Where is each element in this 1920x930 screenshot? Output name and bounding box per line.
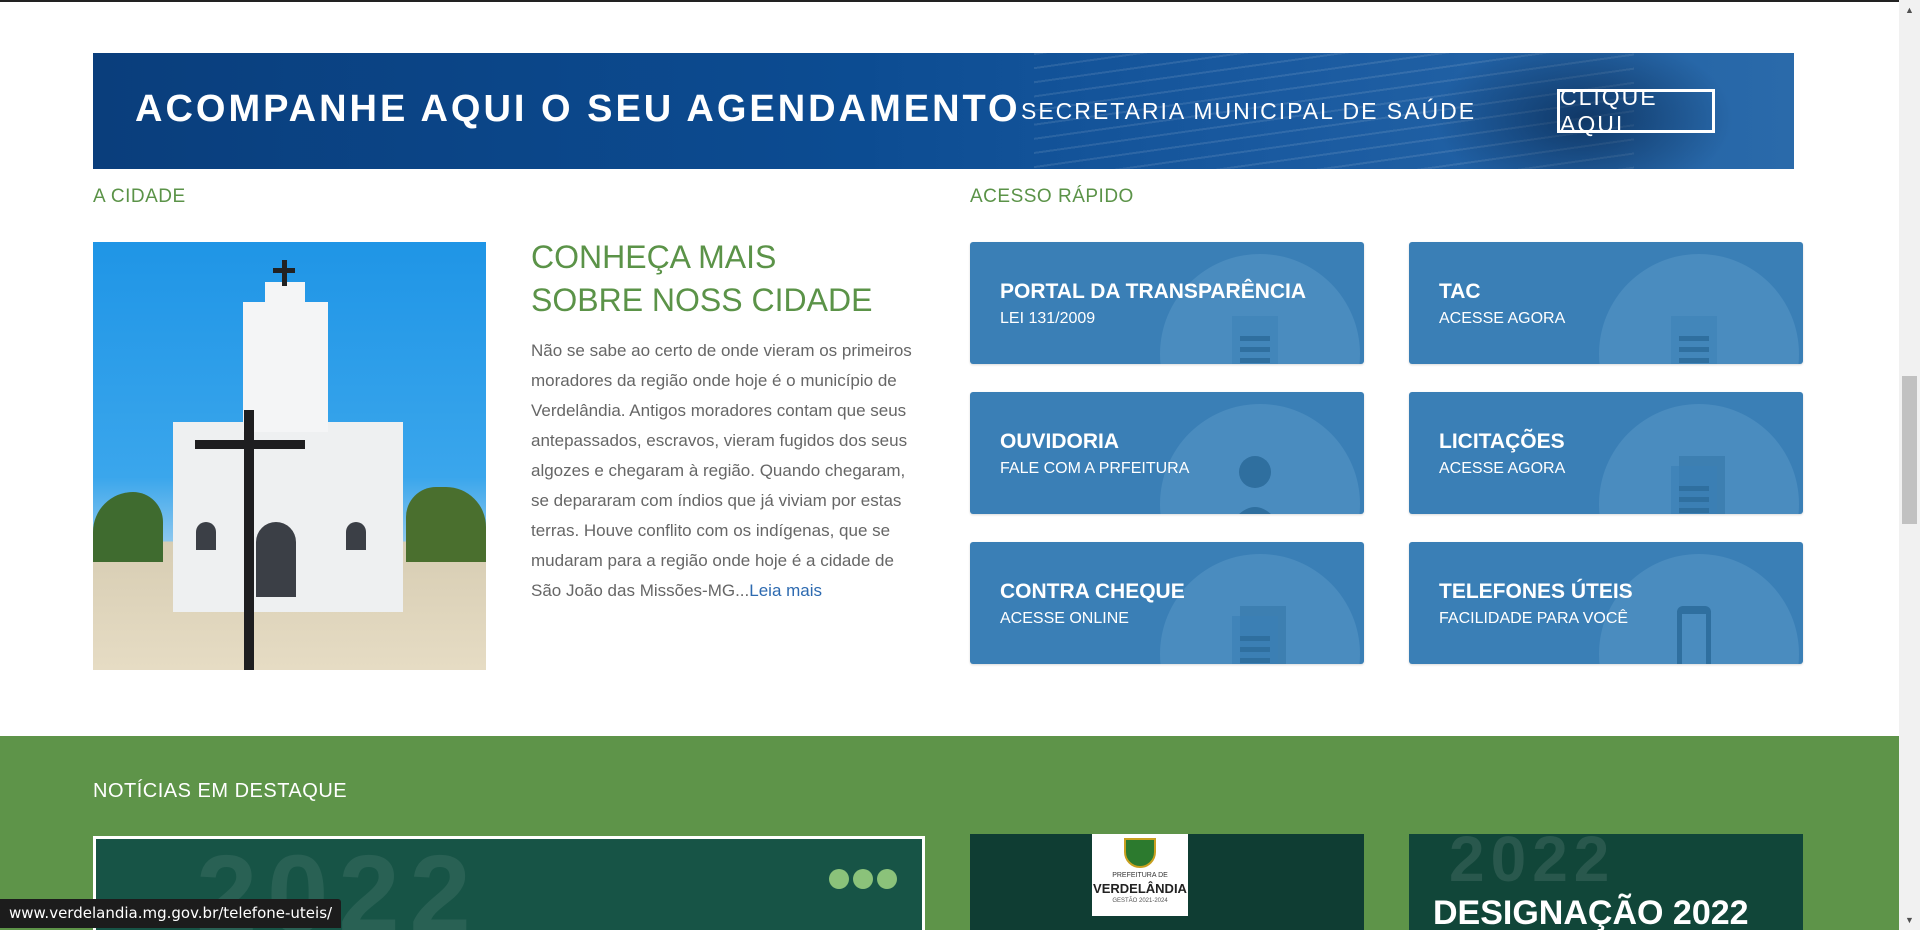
scrollbar-thumb[interactable] (1902, 376, 1917, 524)
logo-name: VERDELÂNDIA (1093, 881, 1187, 896)
phone-icon (1677, 606, 1711, 664)
read-more-link[interactable]: Leia mais (749, 581, 822, 600)
tile-title: TELEFONES ÚTEIS (1439, 580, 1633, 603)
tile-subtitle: FACILIDADE PARA VOCÊ (1439, 610, 1629, 627)
documents-icon (1671, 456, 1725, 514)
scroll-up-arrow-icon[interactable]: ▲ (1899, 2, 1920, 18)
banner-subtitle: SECRETARIA MUNICIPAL DE SAÚDE (1021, 98, 1477, 124)
scheduling-banner[interactable]: ACOMPANHE AQUI O SEU AGENDAMENTO SECRETA… (93, 53, 1794, 169)
browser-top-line (0, 0, 1899, 2)
news-card-designacao[interactable]: 2022 DESIGNAÇÃO 2022 (1409, 834, 1803, 930)
tile-telefones-uteis[interactable]: TELEFONES ÚTEIS FACILIDADE PARA VOCÊ (1409, 542, 1803, 664)
city-section-title: A CIDADE (93, 186, 186, 207)
tile-ouvidoria[interactable]: OUVIDORIA FALE COM A PRFEITURA (970, 392, 1364, 514)
tile-subtitle: ACESSE AGORA (1439, 460, 1566, 477)
carousel-dot[interactable] (829, 869, 849, 889)
logo-term: GESTÃO 2021-2024 (1112, 898, 1168, 904)
tile-title: LICITAÇÕES (1439, 430, 1565, 453)
news-section-title: NOTÍCIAS EM DESTAQUE (93, 780, 348, 802)
card-bg-text: 2022 (1449, 834, 1616, 895)
city-description-text: Não se sabe ao certo de onde vieram os p… (531, 341, 912, 600)
tile-subtitle: FALE COM A PRFEITURA (1000, 460, 1190, 477)
person-icon (1239, 456, 1271, 514)
city-church-photo (93, 242, 486, 670)
tile-subtitle: ACESSE AGORA (1439, 310, 1566, 327)
city-heading: CONHEÇA MAIS SOBRE NOSS CIDADE (531, 239, 873, 318)
news-card-prefeitura[interactable]: PREFEITURA DE VERDELÂNDIA GESTÃO 2021-20… (970, 834, 1364, 930)
document-icon (1671, 316, 1717, 364)
prefeitura-logo: PREFEITURA DE VERDELÂNDIA GESTÃO 2021-20… (1092, 834, 1188, 916)
banner-headline: ACOMPANHE AQUI O SEU AGENDAMENTO (135, 88, 1021, 130)
banner-cta-button[interactable]: CLIQUE AQUI (1557, 84, 1715, 137)
tile-title: TAC (1439, 280, 1481, 303)
carousel-dot[interactable] (853, 869, 873, 889)
crest-icon (1124, 838, 1156, 868)
tile-title: OUVIDORIA (1000, 430, 1120, 453)
documents-icon (1232, 606, 1286, 664)
logo-prefix: PREFEITURA DE (1112, 872, 1168, 879)
tile-subtitle: ACESSE ONLINE (1000, 610, 1129, 627)
scroll-down-arrow-icon[interactable]: ▼ (1899, 912, 1920, 928)
tile-title: PORTAL DA TRANSPARÊNCIA (1000, 280, 1307, 303)
carousel-dot[interactable] (877, 869, 897, 889)
tile-portal-transparencia[interactable]: PORTAL DA TRANSPARÊNCIA LEI 131/2009 (970, 242, 1364, 364)
city-description: Não se sabe ao certo de onde vieram os p… (531, 336, 923, 606)
tile-subtitle: LEI 131/2009 (1000, 310, 1096, 327)
tile-tac[interactable]: TAC ACESSE AGORA (1409, 242, 1803, 364)
card-title: DESIGNAÇÃO 2022 (1433, 894, 1749, 930)
quick-access-section-title: ACESSO RÁPIDO (970, 186, 1134, 207)
tile-title: CONTRA CHEQUE (1000, 580, 1185, 603)
carousel-dots[interactable] (829, 869, 901, 894)
tile-contra-cheque[interactable]: CONTRA CHEQUE ACESSE ONLINE (970, 542, 1364, 664)
link-status-bar: www.verdelandia.mg.gov.br/telefone-uteis… (0, 899, 342, 928)
vertical-scrollbar[interactable]: ▲ ▼ (1899, 0, 1920, 930)
tile-licitacoes[interactable]: LICITAÇÕES ACESSE AGORA (1409, 392, 1803, 514)
